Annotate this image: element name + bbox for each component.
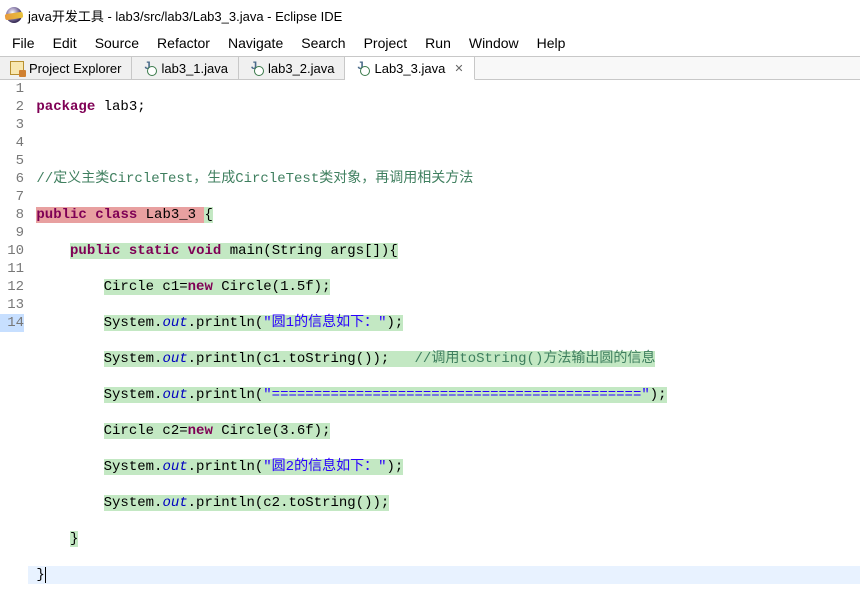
- tab-label: Lab3_3.java: [374, 61, 445, 76]
- tab-lab3-1[interactable]: lab3_1.java: [132, 57, 239, 79]
- line-number: 5: [0, 152, 24, 170]
- line-number: 7: [0, 188, 24, 206]
- tab-project-explorer[interactable]: Project Explorer: [0, 57, 132, 79]
- tab-lab3-2[interactable]: lab3_2.java: [239, 57, 346, 79]
- line-number: 10: [0, 242, 24, 260]
- code-line[interactable]: System.out.println("====================…: [28, 386, 860, 404]
- menu-window[interactable]: Window: [461, 32, 527, 54]
- line-gutter: 1 2 3 4 5 6 7 8 9 10 11 12 13 14: [0, 80, 28, 615]
- menu-edit[interactable]: Edit: [45, 32, 85, 54]
- eclipse-icon: [6, 7, 22, 23]
- tab-lab3-3[interactable]: Lab3_3.java ✕: [345, 57, 474, 80]
- code-line[interactable]: Circle c1=new Circle(1.5f);: [28, 278, 860, 296]
- code-line[interactable]: }: [28, 566, 860, 584]
- code-line[interactable]: System.out.println(c2.toString());: [28, 494, 860, 512]
- code-line[interactable]: System.out.println("圆2的信息如下：");: [28, 458, 860, 476]
- code-line[interactable]: public class Lab3_3 {: [28, 206, 860, 224]
- project-explorer-icon: [10, 61, 24, 75]
- code-area[interactable]: package lab3; //定义主类CircleTest，生成CircleT…: [28, 80, 860, 615]
- menu-run[interactable]: Run: [417, 32, 459, 54]
- menu-refactor[interactable]: Refactor: [149, 32, 218, 54]
- menu-help[interactable]: Help: [529, 32, 574, 54]
- line-number: 2: [0, 98, 24, 116]
- tab-label: Project Explorer: [29, 61, 121, 76]
- tab-label: lab3_2.java: [268, 61, 335, 76]
- line-number: 12: [0, 278, 24, 296]
- code-line[interactable]: [28, 134, 860, 152]
- code-line[interactable]: System.out.println(c1.toString()); //调用t…: [28, 350, 860, 368]
- code-line[interactable]: System.out.println("圆1的信息如下：");: [28, 314, 860, 332]
- line-number: 6: [0, 170, 24, 188]
- line-number: 3: [0, 116, 24, 134]
- code-editor[interactable]: 1 2 3 4 5 6 7 8 9 10 11 12 13 14 package…: [0, 80, 860, 615]
- line-number: 14: [0, 314, 24, 332]
- code-line[interactable]: //定义主类CircleTest，生成CircleTest类对象，再调用相关方法: [28, 170, 860, 188]
- line-number: 9: [0, 224, 24, 242]
- titlebar: java开发工具 - lab3/src/lab3/Lab3_3.java - E…: [0, 0, 860, 30]
- java-file-icon: [249, 61, 263, 75]
- code-line[interactable]: }: [28, 530, 860, 548]
- menu-file[interactable]: File: [4, 32, 43, 54]
- menubar: File Edit Source Refactor Navigate Searc…: [0, 30, 860, 56]
- code-line[interactable]: package lab3;: [28, 98, 860, 116]
- menu-source[interactable]: Source: [87, 32, 147, 54]
- menu-search[interactable]: Search: [293, 32, 353, 54]
- code-line[interactable]: public static void main(String args[]){: [28, 242, 860, 260]
- close-icon[interactable]: ✕: [454, 62, 463, 75]
- window-title: java开发工具 - lab3/src/lab3/Lab3_3.java - E…: [28, 6, 342, 25]
- line-number: 13: [0, 296, 24, 314]
- line-number: 11: [0, 260, 24, 278]
- tab-label: lab3_1.java: [161, 61, 228, 76]
- menu-project[interactable]: Project: [356, 32, 416, 54]
- line-number: 8: [0, 206, 24, 224]
- code-line[interactable]: Circle c2=new Circle(3.6f);: [28, 422, 860, 440]
- line-number: 1: [0, 80, 24, 98]
- menu-navigate[interactable]: Navigate: [220, 32, 291, 54]
- java-file-icon: [142, 61, 156, 75]
- line-number: 4: [0, 134, 24, 152]
- java-file-icon: [355, 61, 369, 75]
- tabbar: Project Explorer lab3_1.java lab3_2.java…: [0, 56, 860, 80]
